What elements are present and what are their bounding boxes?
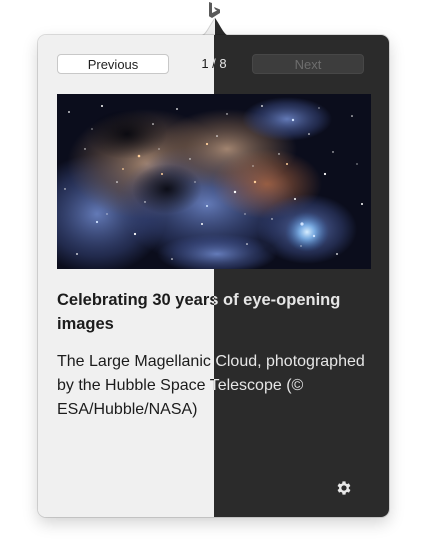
slide-description: The Large Magellanic Cloud, photographed… <box>57 350 377 425</box>
page-counter-text-dark: 1 / 8 <box>214 56 227 71</box>
nebula-photo <box>57 94 371 269</box>
slide-description-text: The Large Magellanic Cloud, photographed… <box>57 353 214 418</box>
slide-description-text-dark: The Large Magellanic Cloud, photographed… <box>214 353 365 394</box>
previous-button[interactable]: Previous <box>57 54 169 74</box>
gear-icon[interactable] <box>335 479 353 497</box>
page-counter: 1 / 8 1 / 8 <box>184 54 244 74</box>
slide-title-text-dark: Celebrating 30 years of eye-opening imag… <box>214 291 341 309</box>
slide-title-text: Celebrating 30 years of eye-opening imag… <box>57 291 214 333</box>
page-counter-text: 1 / 8 <box>201 56 214 71</box>
screen: Previous 1 / 8 1 / 8 Next <box>0 0 428 560</box>
slide-title: Celebrating 30 years of eye-opening imag… <box>57 288 377 338</box>
next-button[interactable]: Next <box>252 54 364 74</box>
popover-panel: Previous 1 / 8 1 / 8 Next <box>38 35 389 517</box>
